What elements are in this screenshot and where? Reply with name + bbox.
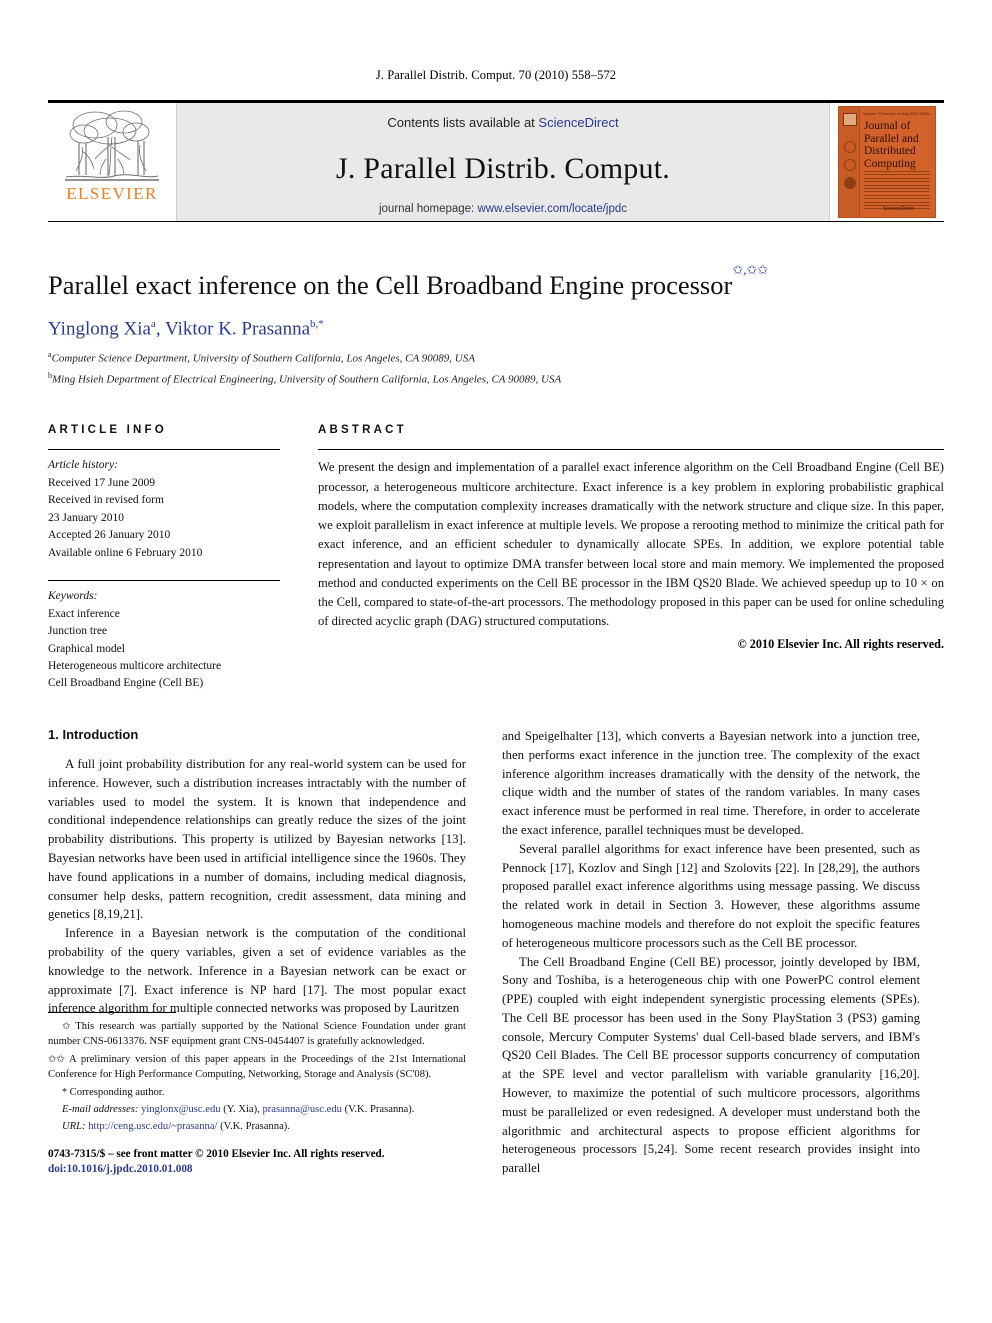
body-column-left: 1. Introduction A full joint probability… bbox=[48, 727, 466, 1178]
footnote-url: URL: http://ceng.usc.edu/~prasanna/ (V.K… bbox=[48, 1119, 466, 1134]
paragraph: A full joint probability distribution fo… bbox=[48, 756, 466, 922]
history-item-accepted: Accepted 26 January 2010 bbox=[48, 529, 171, 542]
footnote-funding-text: This research was partially supported by… bbox=[48, 1020, 466, 1048]
journal-cover-thumbnail: Volume 70 Number 5 May 2010 ISSN 0743-73… bbox=[830, 103, 944, 221]
cover-spine-circle-3 bbox=[844, 177, 856, 189]
email-label: E-mail addresses: bbox=[62, 1104, 139, 1115]
history-item-revised: Received in revised form bbox=[48, 494, 164, 507]
author-1-affil-mark: a bbox=[150, 317, 156, 330]
article-info-column: ARTICLE INFO Article history: Received 1… bbox=[48, 424, 280, 693]
abstract-heading: ABSTRACT bbox=[318, 424, 407, 437]
doi-line: doi:10.1016/j.jpdc.2010.01.008 bbox=[48, 1162, 466, 1178]
cover-spine-emblem bbox=[843, 113, 857, 126]
affiliation-2-text: Ming Hsieh Department of Electrical Engi… bbox=[52, 373, 562, 386]
footnote-star-mark-1: ✩ bbox=[62, 1020, 71, 1032]
email-link-xia[interactable]: yinglonx@usc.edu bbox=[141, 1104, 221, 1115]
info-abstract-region: ARTICLE INFO Article history: Received 1… bbox=[48, 424, 944, 693]
paragraph: and Speigelhalter [13], which converts a… bbox=[502, 728, 920, 837]
footnote-corresponding-author: * Corresponding author. bbox=[48, 1085, 466, 1101]
title-block: Parallel exact inference on the Cell Bro… bbox=[48, 262, 944, 389]
keyword-item: Junction tree bbox=[48, 625, 108, 638]
article-info-heading: ARTICLE INFO bbox=[48, 424, 167, 437]
cover-title-line-1: Journal of bbox=[864, 120, 911, 132]
url-label: URL: bbox=[62, 1121, 86, 1133]
footnote-star-mark-2: ✩✩ bbox=[48, 1053, 65, 1065]
footnote-emails: E-mail addresses: yinglonx@usc.edu (Y. X… bbox=[48, 1102, 466, 1117]
cover-sciencedirect-footer: ScienceDirect bbox=[883, 206, 914, 212]
keywords-group: Keywords: Exact inference Junction tree … bbox=[48, 581, 280, 693]
url-owner: (V.K. Prasanna). bbox=[220, 1121, 290, 1133]
paragraph: Several parallel algorithms for exact in… bbox=[502, 841, 920, 950]
cover-spine-circle-2 bbox=[844, 159, 856, 171]
journal-masthead: ELSEVIER Contents lists available at Sci… bbox=[48, 100, 944, 222]
author-list: Yinglong Xiaa, Viktor K. Prasannab,* bbox=[48, 317, 324, 340]
footnote-separator-rule bbox=[48, 1011, 176, 1013]
footnote-preliminary-text: A preliminary version of this paper appe… bbox=[48, 1053, 466, 1081]
body-column-right: and Speigelhalter [13], which converts a… bbox=[502, 727, 920, 1178]
cover-image: Volume 70 Number 5 May 2010 ISSN 0743-73… bbox=[838, 106, 936, 218]
journal-title: J. Parallel Distrib. Comput. bbox=[336, 151, 670, 185]
abstract-copyright: © 2010 Elsevier Inc. All rights reserved… bbox=[737, 636, 944, 651]
running-head: J. Parallel Distrib. Comput. 70 (2010) 5… bbox=[375, 68, 617, 82]
article-history-group: Article history: Received 17 June 2009 R… bbox=[48, 450, 280, 562]
paper-title-text: Parallel exact inference on the Cell Bro… bbox=[48, 270, 733, 300]
footnote-funding: ✩ This research was partially supported … bbox=[48, 1019, 466, 1050]
contents-prefix: Contents lists available at bbox=[387, 115, 539, 130]
cover-title: Journal of Parallel and Distributed Comp… bbox=[864, 120, 931, 170]
keyword-item: Heterogeneous multicore architecture bbox=[48, 660, 222, 672]
title-footnote-marks: ✩,✩✩ bbox=[732, 262, 769, 278]
history-item-online: Available online 6 February 2010 bbox=[48, 546, 203, 559]
doi-label: doi: bbox=[48, 1163, 67, 1176]
doi-value[interactable]: 10.1016/j.jpdc.2010.01.008 bbox=[67, 1163, 193, 1175]
elsevier-wordmark: ELSEVIER bbox=[66, 184, 158, 203]
footnote-asterisk-mark: * bbox=[62, 1086, 67, 1098]
abstract-column: ABSTRACT We present the design and imple… bbox=[318, 424, 944, 693]
footnote-corresponding-text: Corresponding author. bbox=[69, 1086, 165, 1098]
elsevier-logo: ELSEVIER bbox=[48, 103, 176, 221]
keyword-item: Cell Broadband Engine (Cell BE) bbox=[48, 677, 204, 690]
article-history-label: Article history: bbox=[48, 459, 118, 472]
footnote-block: ✩ This research was partially supported … bbox=[48, 1011, 466, 1178]
cover-spine-circle-1 bbox=[844, 141, 856, 153]
author-name-1[interactable]: Yinglong Xia bbox=[48, 318, 151, 339]
cover-title-line-2: Parallel and bbox=[864, 132, 919, 145]
keywords-label: Keywords: bbox=[48, 590, 98, 603]
cover-spine bbox=[839, 107, 860, 217]
paragraph: Inference in a Bayesian network is the c… bbox=[48, 926, 466, 1016]
paper-page: J. Parallel Distrib. Comput. 70 (2010) 5… bbox=[0, 0, 992, 1323]
paragraph: The Cell Broadband Engine (Cell BE) proc… bbox=[502, 954, 920, 1176]
email-owner-prasanna: (V.K. Prasanna). bbox=[344, 1104, 415, 1115]
paper-title: Parallel exact inference on the Cell Bro… bbox=[48, 262, 944, 302]
cover-title-line-4: Computing bbox=[864, 157, 916, 170]
issn-front-matter: 0743-7315/$ – see front matter © 2010 El… bbox=[48, 1147, 385, 1160]
url-link-prasanna[interactable]: http://ceng.usc.edu/~prasanna/ bbox=[88, 1121, 217, 1132]
email-owner-xia: (Y. Xia), bbox=[223, 1104, 260, 1115]
issn-copyright-line: 0743-7315/$ – see front matter © 2010 El… bbox=[48, 1147, 466, 1178]
history-item-received: Received 17 June 2009 bbox=[48, 476, 155, 489]
email-link-prasanna[interactable]: prasanna@usc.edu bbox=[262, 1104, 341, 1115]
keyword-item: Graphical model bbox=[48, 642, 125, 655]
journal-homepage-link[interactable]: www.elsevier.com/locate/jpdc bbox=[477, 203, 627, 215]
journal-homepage-line: journal homepage: www.elsevier.com/locat… bbox=[379, 203, 627, 215]
cover-title-line-3: Distributed bbox=[864, 145, 916, 157]
author-name-2[interactable]: Viktor K. Prasanna bbox=[165, 318, 310, 339]
affiliation-2: bMing Hsieh Department of Electrical Eng… bbox=[48, 370, 944, 389]
keyword-item: Exact inference bbox=[48, 607, 120, 620]
body-columns: 1. Introduction A full joint probability… bbox=[48, 727, 944, 1178]
sciencedirect-link[interactable]: ScienceDirect bbox=[538, 115, 618, 130]
homepage-prefix: journal homepage: bbox=[378, 203, 478, 215]
affiliation-1: aComputer Science Department, University… bbox=[48, 349, 944, 368]
elsevier-tree-icon bbox=[65, 110, 159, 181]
section-title-introduction: 1. Introduction bbox=[48, 726, 139, 742]
masthead-center: Contents lists available at ScienceDirec… bbox=[176, 103, 830, 221]
abstract-text: We present the design and implementation… bbox=[318, 460, 944, 629]
history-item-revised-date: 23 January 2010 bbox=[48, 511, 125, 524]
contents-available-line: Contents lists available at ScienceDirec… bbox=[387, 115, 618, 130]
affiliation-1-text: Computer Science Department, University … bbox=[51, 352, 475, 365]
footnote-preliminary-version: ✩✩ A preliminary version of this paper a… bbox=[48, 1052, 466, 1083]
cover-volume-meta: Volume 70 Number 5 May 2010 ISSN 0743-73… bbox=[863, 112, 931, 116]
corresponding-author-mark: * bbox=[318, 317, 324, 330]
